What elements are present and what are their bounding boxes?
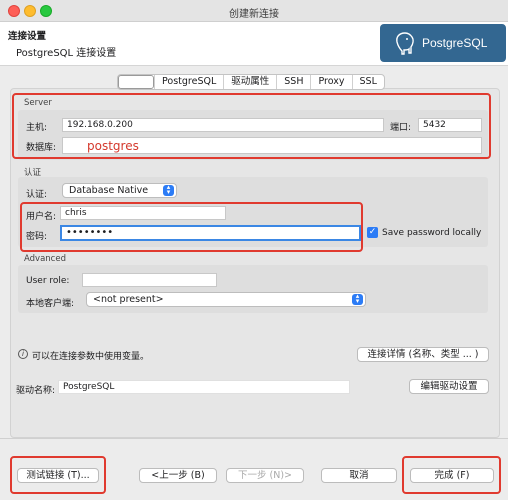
window-title: 创建新连接 <box>229 9 279 20</box>
driver-name-label: 驱动名称: <box>16 386 56 396</box>
save-password-checkbox[interactable]: ✓ <box>367 227 378 238</box>
local-client-value: <not present> <box>93 294 164 305</box>
footer-separator <box>0 438 508 439</box>
tab-main[interactable] <box>118 75 154 89</box>
server-highlight-box <box>12 93 491 159</box>
finish-button-highlight-box <box>402 456 501 494</box>
postgresql-logo: PostgreSQL <box>380 24 506 62</box>
header-subtitle: PostgreSQL 连接设置 <box>16 48 117 59</box>
test-button-highlight-box <box>10 456 106 494</box>
logo-text: PostgreSQL <box>422 36 488 50</box>
edit-driver-settings-button[interactable]: 编辑驱动设置 <box>409 379 489 394</box>
save-password-label: Save password locally <box>382 228 482 238</box>
tab-driver-properties[interactable]: 驱动属性 <box>223 75 276 89</box>
local-client-select[interactable]: <not present> ▴ ▾ <box>86 292 366 307</box>
variables-hint-text: 可以在连接参数中使用变量。 <box>32 352 150 362</box>
next-button[interactable]: 下一步 (N)> <box>226 468 304 483</box>
tab-proxy[interactable]: Proxy <box>310 75 351 89</box>
tab-ssl[interactable]: SSL <box>351 75 384 89</box>
title-bar: 创建新连接 <box>0 0 508 22</box>
driver-name-field: PostgreSQL <box>58 380 350 394</box>
settings-tabs: PostgreSQL 驱动属性 SSH Proxy SSL <box>117 74 385 90</box>
previous-button[interactable]: <上一步 (B) <box>139 468 217 483</box>
info-icon: i <box>18 349 28 359</box>
updown-chevron-icon: ▴ ▾ <box>352 293 363 305</box>
auth-method-select[interactable]: Database Native ▴ ▾ <box>62 183 177 198</box>
user-role-label: User role: <box>26 276 70 286</box>
user-role-input[interactable] <box>82 273 217 287</box>
tab-postgresql[interactable]: PostgreSQL <box>154 75 223 89</box>
cancel-button[interactable]: 取消 <box>321 468 397 483</box>
dialog-header: 连接设置 PostgreSQL 连接设置 PostgreSQL <box>0 22 508 66</box>
updown-chevron-icon: ▴ ▾ <box>163 184 174 196</box>
auth-label: 认证: <box>26 190 48 200</box>
connection-details-button[interactable]: 连接详情 (名称、类型 ... ) <box>357 347 489 362</box>
elephant-icon <box>396 32 414 55</box>
auth-method-value: Database Native <box>69 185 149 196</box>
tab-ssh[interactable]: SSH <box>276 75 310 89</box>
local-client-label: 本地客户端: <box>26 299 75 309</box>
credentials-highlight-box <box>20 202 363 252</box>
advanced-section-title: Advanced <box>24 254 66 264</box>
header-title: 连接设置 <box>8 31 47 42</box>
